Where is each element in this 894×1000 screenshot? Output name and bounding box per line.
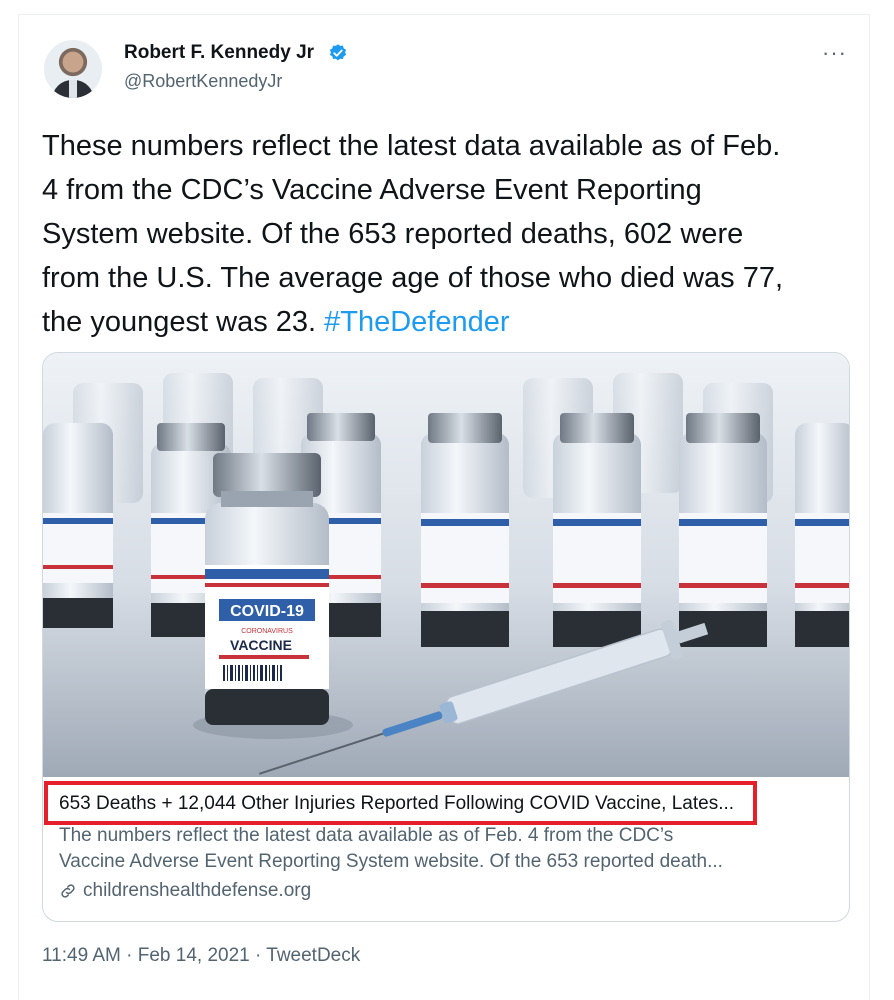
tweet-timestamp[interactable]: 11:49 AM · Feb 14, 2021 · TweetDeck [42, 945, 360, 967]
tweet-text-line: These numbers reflect the latest data av… [42, 130, 781, 162]
link-card-description: The numbers reflect the latest data avai… [59, 823, 839, 875]
avatar-collar [69, 80, 77, 98]
vaccine-vials-image[interactable]: COVID-19 CORONAVIRUS VACCINE [43, 353, 849, 777]
link-card-domain[interactable]: childrenshealthdefense.org [59, 880, 311, 902]
verified-badge-icon [329, 44, 347, 61]
vial-label-coronavirus: CORONAVIRUS [241, 628, 293, 635]
more-options-icon[interactable]: ··· [822, 40, 847, 66]
tweet-text-line: 4 from the CDC’s Vaccine Adverse Event R… [42, 174, 702, 206]
vial-label-covid: COVID-19 [230, 603, 304, 620]
author-name[interactable]: Robert F. Kennedy Jr [124, 42, 314, 64]
link-card-description-line: Vaccine Adverse Event Reporting System w… [59, 851, 723, 872]
link-card-domain-text: childrenshealthdefense.org [83, 880, 312, 901]
red-highlight-annotation [44, 781, 757, 825]
tweet-text-line: System website. Of the 653 reported deat… [42, 218, 744, 250]
vial-label-vaccine: VACCINE [230, 637, 292, 653]
tweet-text-line-5: the youngest was 23. [42, 306, 317, 338]
tweet-text: These numbers reflect the latest data av… [42, 124, 852, 344]
avatar[interactable] [44, 40, 102, 98]
link-preview-card[interactable]: COVID-19 CORONAVIRUS VACCINE 653 Deaths … [42, 352, 850, 922]
link-icon [61, 884, 75, 898]
hashtag-link[interactable]: #TheDefender [324, 306, 509, 338]
tweet-text-line: from the U.S. The average age of those w… [42, 262, 784, 294]
author-handle[interactable]: @RobertKennedyJr [124, 71, 282, 92]
tweet-text-line: the youngest was 23. #TheDefender [42, 300, 852, 344]
link-card-description-line: The numbers reflect the latest data avai… [59, 825, 674, 846]
